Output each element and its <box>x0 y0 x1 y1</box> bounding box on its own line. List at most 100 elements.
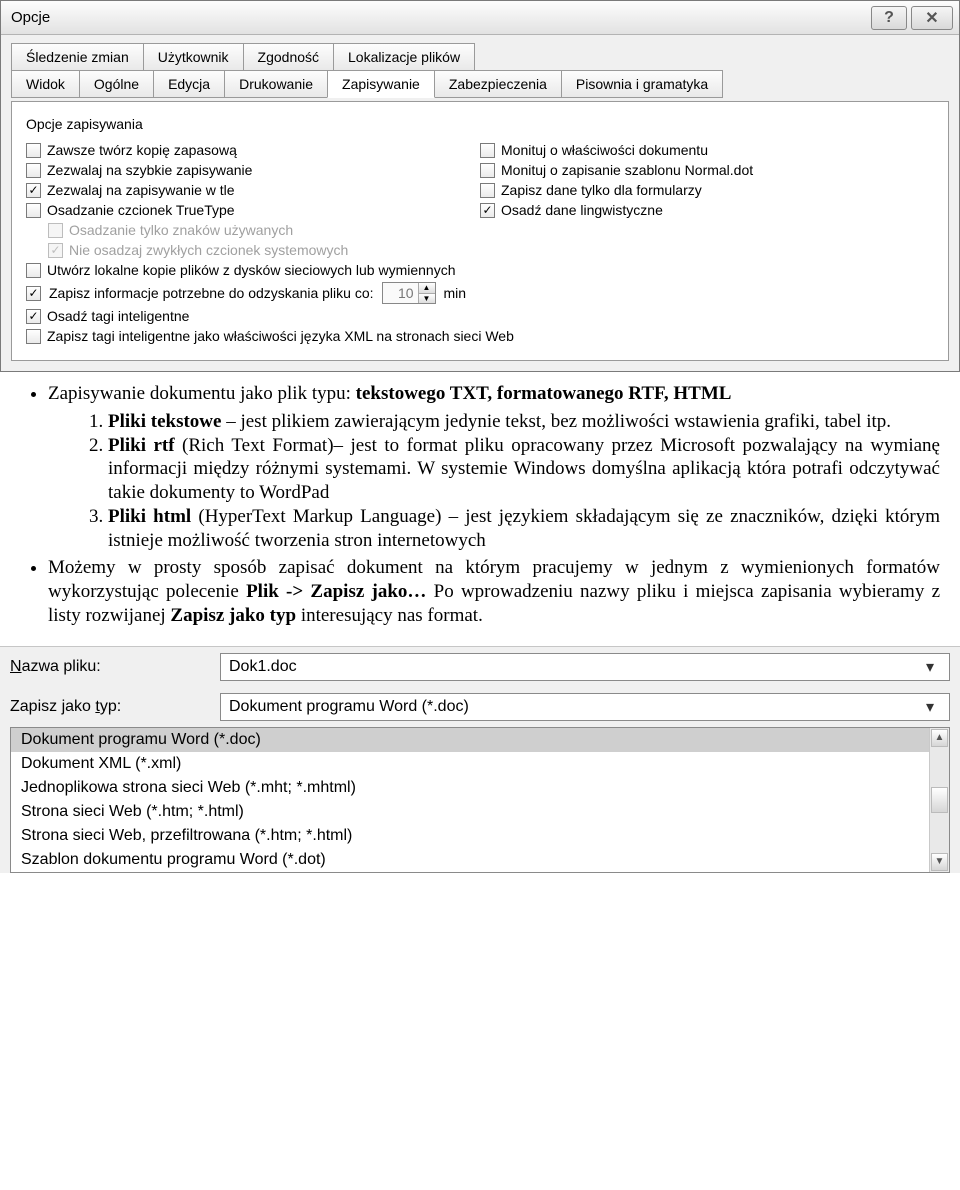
savetype-combo[interactable]: Dokument programu Word (*.doc) ▾ <box>220 693 950 721</box>
right-column: Monituj o właściwości dokumentu Monituj … <box>480 140 934 260</box>
filename-row: Nazwa pliku: Dok1.doc ▾ <box>0 647 960 687</box>
savetype-option[interactable]: Dokument XML (*.xml) <box>11 752 929 776</box>
filename-label: Nazwa pliku: <box>10 658 210 676</box>
scroll-down-icon[interactable]: ▼ <box>931 853 948 871</box>
opt-label: Zapisz informacje potrzebne do odzyskani… <box>49 285 374 301</box>
article-text: Zapisywanie dokumentu jako plik typu: te… <box>0 372 960 646</box>
titlebar-buttons: ? ✕ <box>871 6 953 30</box>
savetype-option[interactable]: Strona sieci Web (*.htm; *.html) <box>11 800 929 824</box>
tab-user[interactable]: Użytkownik <box>143 43 244 70</box>
opt-label: Monituj o zapisanie szablonu Normal.dot <box>501 162 753 178</box>
spinner-up-icon[interactable]: ▲ <box>419 283 435 294</box>
tab-general[interactable]: Ogólne <box>79 70 154 98</box>
opt-embed-used-chars: Osadzanie tylko znaków używanych <box>48 220 480 240</box>
opt-background-save[interactable]: ✓ Zezwalaj na zapisywanie w tle <box>26 180 480 200</box>
tab-panel-save: Opcje zapisywania Zawsze twórz kopię zap… <box>11 101 949 361</box>
opt-label: Zezwalaj na zapisywanie w tle <box>47 182 235 198</box>
opt-label: Utwórz lokalne kopie plików z dysków sie… <box>47 262 456 278</box>
tab-row-2: Widok Ogólne Edycja Drukowanie Zapisywan… <box>11 70 949 98</box>
savetype-label: Zapisz jako typ: <box>10 698 210 716</box>
savetype-value: Dokument programu Word (*.doc) <box>229 698 469 716</box>
help-button[interactable]: ? <box>871 6 907 30</box>
checkbox-icon[interactable]: ✓ <box>480 203 495 218</box>
checkbox-icon[interactable] <box>480 183 495 198</box>
close-button[interactable]: ✕ <box>911 6 953 30</box>
dropdown-icon[interactable]: ▾ <box>919 698 941 716</box>
savetype-option[interactable]: Jednoplikowa strona sieci Web (*.mht; *.… <box>11 776 929 800</box>
scroll-thumb[interactable] <box>931 787 948 813</box>
savetype-option[interactable]: Dokument programu Word (*.doc) <box>11 728 929 752</box>
opt-label: Osadzanie tylko znaków używanych <box>69 222 293 238</box>
titlebar: Opcje ? ✕ <box>1 1 959 35</box>
opt-prompt-properties[interactable]: Monituj o właściwości dokumentu <box>480 140 934 160</box>
opt-label: Zezwalaj na szybkie zapisywanie <box>47 162 252 178</box>
filename-combo[interactable]: Dok1.doc ▾ <box>220 653 950 681</box>
checkbox-icon[interactable]: ✓ <box>26 286 41 301</box>
opt-label: Zapisz dane tylko dla formularzy <box>501 182 702 198</box>
tab-row-1: Śledzenie zmian Użytkownik Zgodność Loka… <box>11 43 949 70</box>
checkbox-icon[interactable] <box>26 263 41 278</box>
opt-autorecover: ✓ Zapisz informacje potrzebne do odzyska… <box>26 280 934 306</box>
tab-print[interactable]: Drukowanie <box>224 70 328 98</box>
article-bullet-1: Zapisywanie dokumentu jako plik typu: te… <box>48 382 940 552</box>
tab-tracking[interactable]: Śledzenie zmian <box>11 43 144 70</box>
opt-label: Nie osadzaj zwykłych czcionek systemowyc… <box>69 242 348 258</box>
opt-label: Osadź dane lingwistyczne <box>501 202 663 218</box>
opt-backup[interactable]: Zawsze twórz kopię zapasową <box>26 140 480 160</box>
tab-edit[interactable]: Edycja <box>153 70 225 98</box>
window-title: Opcje <box>11 9 50 26</box>
checkbox-icon[interactable] <box>26 163 41 178</box>
checkbox-icon[interactable] <box>480 163 495 178</box>
scrollbar[interactable]: ▲ ▼ <box>929 728 949 872</box>
checkbox-icon[interactable] <box>26 143 41 158</box>
dropdown-icon[interactable]: ▾ <box>919 658 941 676</box>
filename-value: Dok1.doc <box>229 658 297 676</box>
tab-security[interactable]: Zabezpieczenia <box>434 70 562 98</box>
opt-smarttags-xml[interactable]: Zapisz tagi inteligentne jako właściwośc… <box>26 326 934 346</box>
group-label-save-options: Opcje zapisywania <box>26 116 934 132</box>
article-li-2: Pliki rtf (Rich Text Format)– jest to fo… <box>108 434 940 505</box>
checkbox-icon[interactable] <box>26 329 41 344</box>
options-columns: Zawsze twórz kopię zapasową Zezwalaj na … <box>26 140 934 260</box>
spinner-unit: min <box>444 285 467 301</box>
checkbox-icon[interactable] <box>26 203 41 218</box>
options-dialog: Opcje ? ✕ Śledzenie zmian Użytkownik Zgo… <box>0 0 960 372</box>
tab-spelling[interactable]: Pisownia i gramatyka <box>561 70 723 98</box>
tab-save[interactable]: Zapisywanie <box>327 70 435 98</box>
savetype-option[interactable]: Strona sieci Web, przefiltrowana (*.htm;… <box>11 824 929 848</box>
savetype-dropdown-list: Dokument programu Word (*.doc) Dokument … <box>10 727 950 873</box>
savetype-option[interactable]: Szablon dokumentu programu Word (*.dot) <box>11 848 929 872</box>
opt-label: Zapisz tagi inteligentne jako właściwośc… <box>47 328 514 344</box>
spinner-down-icon[interactable]: ▼ <box>419 294 435 304</box>
tab-file-locations[interactable]: Lokalizacje plików <box>333 43 475 70</box>
dialog-body: Śledzenie zmian Użytkownik Zgodność Loka… <box>1 35 959 371</box>
article-li-1: Pliki tekstowe – jest plikiem zawierając… <box>108 410 940 434</box>
opt-embed-linguistic[interactable]: ✓ Osadź dane lingwistyczne <box>480 200 934 220</box>
savetype-options: Dokument programu Word (*.doc) Dokument … <box>11 728 929 872</box>
opt-label: Zawsze twórz kopię zapasową <box>47 142 237 158</box>
left-column: Zawsze twórz kopię zapasową Zezwalaj na … <box>26 140 480 260</box>
opt-embed-truetype[interactable]: Osadzanie czcionek TrueType <box>26 200 480 220</box>
opt-no-common-fonts: ✓ Nie osadzaj zwykłych czcionek systemow… <box>48 240 480 260</box>
article-li-3: Pliki html (HyperText Markup Language) –… <box>108 505 940 553</box>
opt-label: Osadź tagi inteligentne <box>47 308 189 324</box>
tab-view[interactable]: Widok <box>11 70 80 98</box>
opt-embed-smarttags[interactable]: ✓ Osadź tagi inteligentne <box>26 306 934 326</box>
checkbox-icon[interactable] <box>480 143 495 158</box>
opt-fast-save[interactable]: Zezwalaj na szybkie zapisywanie <box>26 160 480 180</box>
tabs: Śledzenie zmian Użytkownik Zgodność Loka… <box>11 43 949 98</box>
opt-forms-only[interactable]: Zapisz dane tylko dla formularzy <box>480 180 934 200</box>
spinner-buttons: ▲ ▼ <box>419 283 435 303</box>
autorecover-spinner[interactable]: 10 ▲ ▼ <box>382 282 436 304</box>
spinner-value[interactable]: 10 <box>383 283 419 303</box>
save-as-panel: Nazwa pliku: Dok1.doc ▾ Zapisz jako typ:… <box>0 646 960 873</box>
opt-label: Monituj o właściwości dokumentu <box>501 142 708 158</box>
checkbox-icon[interactable]: ✓ <box>26 183 41 198</box>
checkbox-icon[interactable]: ✓ <box>26 309 41 324</box>
article-bullet-2: Możemy w prosty sposób zapisać dokument … <box>48 556 940 627</box>
opt-local-copies[interactable]: Utwórz lokalne kopie plików z dysków sie… <box>26 260 934 280</box>
savetype-row: Zapisz jako typ: Dokument programu Word … <box>0 687 960 727</box>
opt-prompt-normal[interactable]: Monituj o zapisanie szablonu Normal.dot <box>480 160 934 180</box>
tab-compatibility[interactable]: Zgodność <box>243 43 334 70</box>
scroll-up-icon[interactable]: ▲ <box>931 729 948 747</box>
